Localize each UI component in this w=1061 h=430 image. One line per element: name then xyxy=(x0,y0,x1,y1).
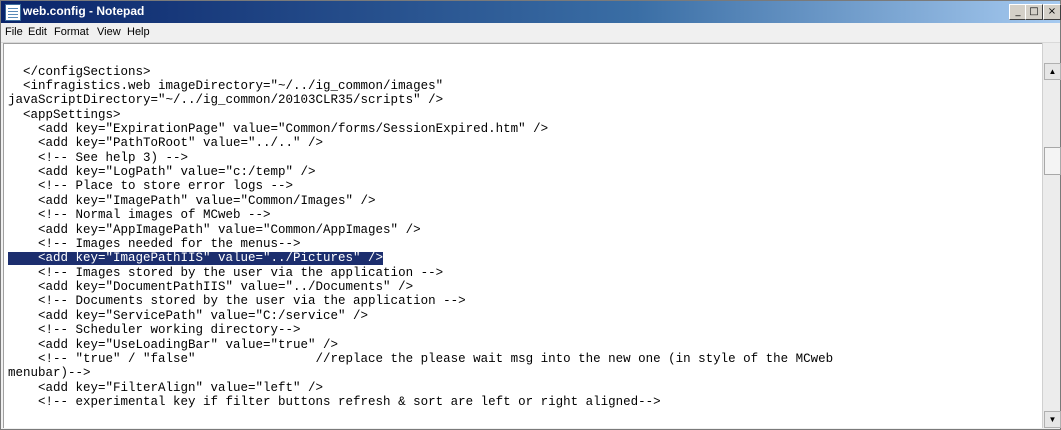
scroll-up-arrow-icon[interactable]: ▲ xyxy=(1044,63,1061,80)
text-line: <add key="AppImagePath" value="Common/Ap… xyxy=(8,223,421,237)
menu-bar: File Edit Format View Help xyxy=(1,23,1060,43)
menu-view[interactable]: View xyxy=(97,26,121,38)
maximize-button[interactable]: □ xyxy=(1025,4,1043,20)
menu-edit[interactable]: Edit xyxy=(28,26,47,38)
text-line: <add key="UseLoadingBar" value="true" /> xyxy=(8,338,339,352)
text-line: <add key="ExpirationPage" value="Common/… xyxy=(8,122,549,136)
text-line: <add key="ImagePath" value="Common/Image… xyxy=(8,194,376,208)
notepad-window: web.config - Notepad _ □ × File Edit For… xyxy=(0,0,1061,430)
text-line: <appSettings> xyxy=(8,108,121,122)
text-line: menubar)--> xyxy=(8,366,91,380)
text-line: <!-- Images needed for the menus--> xyxy=(8,237,301,251)
text-line: <!-- experimental key if filter buttons … xyxy=(8,395,661,409)
window-title: web.config - Notepad xyxy=(23,4,145,18)
text-line: </configSections> xyxy=(8,65,151,79)
text-line: <add key="DocumentPathIIS" value="../Doc… xyxy=(8,280,414,294)
text-line: <!-- See help 3) --> xyxy=(8,151,189,165)
text-line: <!-- Scheduler working directory--> xyxy=(8,323,301,337)
menu-help[interactable]: Help xyxy=(127,26,150,38)
scroll-down-arrow-icon[interactable]: ▼ xyxy=(1044,411,1061,428)
vertical-scrollbar[interactable]: ▲ ▼ xyxy=(1042,43,1061,428)
text-line: <add key="LogPath" value="c:/temp" /> xyxy=(8,165,316,179)
title-bar[interactable]: web.config - Notepad _ □ × xyxy=(1,1,1061,23)
text-line: javaScriptDirectory="~/../ig_common/2010… xyxy=(8,93,444,107)
text-line: <!-- Place to store error logs --> xyxy=(8,179,294,193)
close-button[interactable]: × xyxy=(1043,4,1061,20)
text-editor[interactable]: </configSections> <infragistics.web imag… xyxy=(3,43,1042,428)
text-line: <!-- Images stored by the user via the a… xyxy=(8,266,444,280)
text-line: <add key="PathToRoot" value="../.." /> xyxy=(8,136,324,150)
scrollbar-thumb[interactable] xyxy=(1044,147,1061,175)
text-line: <!-- "true" / "false" //replace the plea… xyxy=(8,352,834,366)
selected-text-line[interactable]: <add key="ImagePathIIS" value="../Pictur… xyxy=(8,252,384,265)
text-line: <add key="ServicePath" value="C:/service… xyxy=(8,309,369,323)
notepad-icon[interactable] xyxy=(5,4,21,21)
menu-file[interactable]: File xyxy=(5,26,23,38)
text-line: <!-- Normal images of MCweb --> xyxy=(8,208,271,222)
menu-format[interactable]: Format xyxy=(54,26,89,38)
text-line: <add key="FilterAlign" value="left" /> xyxy=(8,381,324,395)
text-line: <!-- Documents stored by the user via th… xyxy=(8,294,466,308)
text-line: <infragistics.web imageDirectory="~/../i… xyxy=(8,79,444,93)
